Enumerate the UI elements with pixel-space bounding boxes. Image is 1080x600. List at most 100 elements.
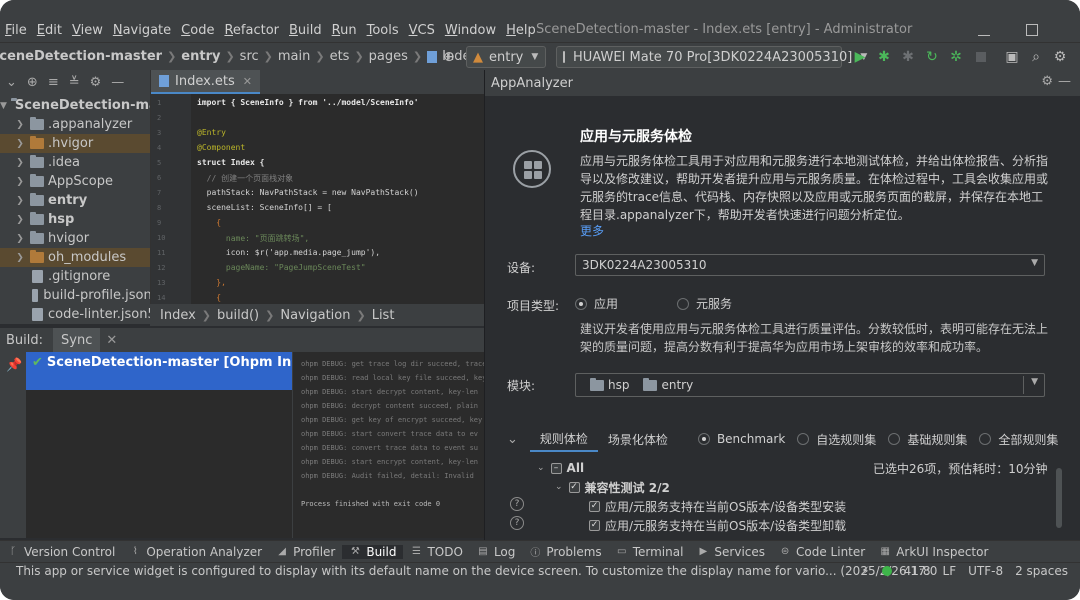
checkbox-checked-icon[interactable]: ✓ — [589, 500, 600, 512]
search-icon[interactable]: ⌕ — [1028, 47, 1044, 67]
menu-help[interactable]: Help — [501, 23, 541, 38]
target-icon[interactable]: ⊕ — [440, 47, 458, 67]
menu-tools[interactable]: Tools — [362, 23, 404, 38]
tree-item-root[interactable]: ▼ SceneDetection-master — [0, 96, 150, 115]
code-crumb-navigation[interactable]: Navigation — [280, 308, 350, 323]
apply-changes-icon[interactable]: ↻ — [924, 47, 940, 67]
tree-item-hvigor[interactable]: ❯ hvigor — [0, 229, 150, 248]
debug-icon[interactable]: ✱ — [876, 47, 892, 67]
module-multi-select[interactable]: hsp entry ▼ — [575, 373, 1045, 397]
radio-atomic-service[interactable]: 元服务 — [677, 295, 732, 312]
code-editor[interactable]: 1 2 3 4 5 6 7 8 9 10 11 12 13 14 import … — [150, 94, 484, 304]
menu-run[interactable]: Run — [327, 23, 362, 38]
hide-icon[interactable]: — — [111, 75, 124, 90]
close-icon[interactable]: ✕ — [243, 75, 252, 88]
tool-version-control[interactable]: ᚴ Version Control — [0, 545, 122, 559]
module-select[interactable]: ▲ entry ▼ — [466, 46, 546, 68]
crumb-pages[interactable]: pages — [369, 49, 408, 64]
gear-icon[interactable]: ⚙ — [1041, 74, 1053, 89]
code-crumb-index[interactable]: Index — [160, 308, 196, 323]
disconnect-icon[interactable]: ⚡ — [861, 563, 869, 579]
menu-view[interactable]: View — [67, 23, 108, 38]
menu-file[interactable]: File — [0, 23, 32, 38]
checkbox-checked-icon[interactable]: ✓ — [589, 519, 600, 531]
tree-item-build-profile[interactable]: build-profile.json5 — [0, 286, 150, 305]
expand-all-icon[interactable]: ≡ — [48, 75, 59, 90]
attach-debugger-icon[interactable]: ✱ — [900, 47, 916, 67]
cursor-position[interactable]: 41:8 — [904, 563, 931, 579]
radio-all-rules[interactable]: 全部规则集 — [979, 431, 1058, 448]
run-icon[interactable]: ▶ — [852, 47, 868, 67]
tool-problems[interactable]: ⓘ Problems — [522, 545, 608, 560]
rule-all-row[interactable]: ⌄ – All — [537, 459, 584, 477]
crumb-project[interactable]: SceneDetection-master — [0, 49, 162, 64]
tool-arkui-inspector[interactable]: ▦ ArkUI Inspector — [872, 545, 995, 559]
crumb-main[interactable]: main — [278, 49, 310, 64]
tab-index-ets[interactable]: Index.ets ✕ — [151, 70, 261, 94]
tab-rule-check[interactable]: 规则体检 — [529, 426, 598, 452]
menu-edit[interactable]: Edit — [32, 23, 67, 38]
rule-group-row[interactable]: ⌄ ✓ 兼容性测试 2/2 — [555, 478, 670, 496]
chevron-down-icon[interactable]: ⌄ — [6, 75, 17, 90]
profile-icon[interactable]: ✲ — [948, 47, 964, 67]
more-link[interactable]: 更多 — [580, 222, 604, 239]
tab-sync[interactable]: Sync — [53, 328, 101, 352]
menu-vcs[interactable]: VCS — [404, 23, 440, 38]
tool-profiler[interactable]: ◢ Profiler — [269, 545, 342, 559]
pin-icon[interactable]: 📌 — [6, 358, 22, 373]
radio-app[interactable]: 应用 — [575, 295, 618, 312]
indent-setting[interactable]: 2 spaces — [1015, 563, 1068, 579]
status-ok-icon[interactable] — [881, 566, 892, 576]
rule-item-row[interactable]: ✓ 应用/元服务支持在当前OS版本/设备类型卸载 — [589, 516, 846, 534]
tool-code-linter[interactable]: ⊜ Code Linter — [772, 545, 872, 559]
rule-item-row[interactable]: ✓ 应用/元服务支持在当前OS版本/设备类型安装 — [589, 497, 846, 515]
crumb-ets[interactable]: ets — [330, 49, 350, 64]
build-log[interactable]: ohpm DEBUG: get trace log dir succeed, t… — [292, 352, 484, 538]
close-icon[interactable]: ✕ — [106, 333, 117, 348]
tool-todo[interactable]: ☰ TODO — [403, 545, 469, 559]
menu-build[interactable]: Build — [284, 23, 327, 38]
radio-basic-rules[interactable]: 基础规则集 — [888, 431, 967, 448]
tool-operation-analyzer[interactable]: ⌇ Operation Analyzer — [122, 545, 269, 559]
tree-item-gitignore[interactable]: .gitignore — [0, 267, 150, 286]
menu-code[interactable]: Code — [176, 23, 219, 38]
tree-item-idea[interactable]: ❯ .idea — [0, 153, 150, 172]
status-message[interactable]: This app or service widget is configured… — [16, 563, 937, 579]
help-icon[interactable]: ? — [510, 497, 524, 511]
rules-scrollbar[interactable] — [1056, 468, 1062, 528]
menu-window[interactable]: Window — [440, 23, 501, 38]
tree-item-entry[interactable]: ❯ entry — [0, 191, 150, 210]
code-crumb-build[interactable]: build() — [217, 308, 259, 323]
stop-icon[interactable] — [974, 47, 988, 67]
maximize-icon[interactable] — [1026, 24, 1038, 36]
tree-item-code-linter[interactable]: code-linter.json5 — [0, 305, 150, 324]
device-manager-icon[interactable]: ▣ — [1004, 47, 1020, 67]
tool-build[interactable]: ⚒ Build — [342, 544, 404, 559]
settings-icon[interactable]: ⚙ — [1052, 47, 1068, 67]
line-separator[interactable]: LF — [943, 563, 957, 579]
device-select[interactable]: HUAWEI Mate 70 Pro[3DK0224A23005310] ▼ — [556, 46, 867, 68]
tree-item-hsp[interactable]: ❯ hsp — [0, 210, 150, 229]
checkbox-partial-icon[interactable]: – — [550, 462, 562, 474]
menu-refactor[interactable]: Refactor — [219, 23, 284, 38]
build-task-row[interactable]: ✔SceneDetection-master [Ohpm Install]: s… — [26, 352, 292, 390]
tool-log[interactable]: ▤ Log — [470, 545, 522, 559]
device-select-field[interactable]: 3DK0224A23005310 ▼ — [575, 254, 1045, 276]
tree-item-oh-modules[interactable]: ❯ oh_modules — [0, 248, 150, 267]
file-encoding[interactable]: UTF-8 — [968, 563, 1003, 579]
chevron-down-icon[interactable]: ⌄ — [507, 432, 518, 447]
hide-icon[interactable]: — — [1058, 74, 1071, 89]
crumb-src[interactable]: src — [240, 49, 259, 64]
minimize-icon[interactable] — [978, 29, 990, 36]
tool-services[interactable]: ▶ Services — [690, 545, 772, 559]
help-icon[interactable]: ? — [510, 516, 524, 530]
tool-terminal[interactable]: ▭ Terminal — [609, 545, 691, 559]
tab-scenario-check[interactable]: 场景化体检 — [598, 426, 678, 452]
checkbox-checked-icon[interactable]: ✓ — [568, 481, 580, 493]
gear-icon[interactable]: ⚙ — [90, 75, 102, 90]
tree-item-appanalyzer[interactable]: ❯ .appanalyzer — [0, 115, 150, 134]
tree-item-hvigor-hidden[interactable]: ❯ .hvigor — [0, 134, 150, 153]
code-crumb-list[interactable]: List — [372, 308, 395, 323]
menu-navigate[interactable]: Navigate — [108, 23, 176, 38]
crumb-entry[interactable]: entry — [181, 49, 220, 64]
